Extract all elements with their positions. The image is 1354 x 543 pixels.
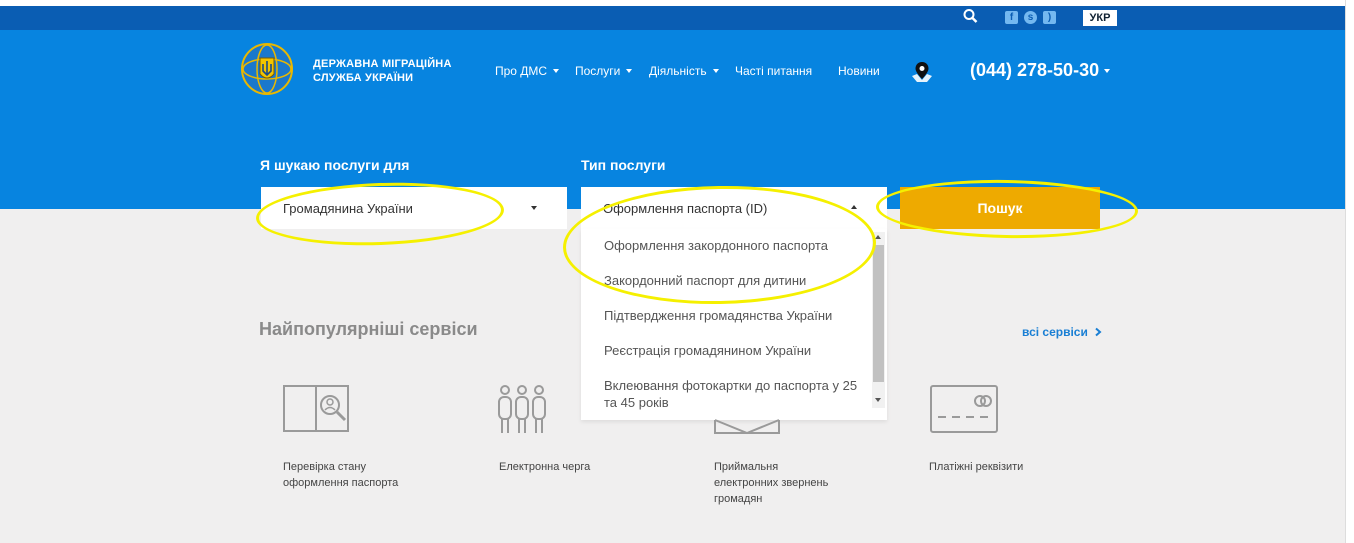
nav-activity-label: Діяльність — [649, 64, 707, 78]
popular-services-title: Найпопулярніші сервіси — [259, 319, 478, 339]
dropdown-option[interactable]: Реєстрація громадянином України — [604, 342, 864, 359]
service-e-appeals[interactable]: Приймальня електронних звернень громадян — [714, 459, 828, 507]
hero-banner — [0, 30, 1345, 209]
map-pin-icon[interactable] — [910, 60, 934, 84]
all-services-link[interactable]: всі сервіси — [1022, 325, 1103, 339]
chevron-up-icon — [851, 205, 857, 209]
service-type-label: Тип послуги — [581, 157, 666, 173]
facebook-icon[interactable]: f — [1005, 11, 1018, 24]
scroll-down-arrow-icon[interactable] — [875, 398, 881, 402]
chevron-down-icon — [712, 69, 719, 73]
chevron-down-icon — [626, 69, 633, 73]
nav-faq[interactable]: Часті питання — [735, 64, 812, 78]
service-e-queue[interactable]: Електронна черга — [499, 459, 590, 475]
bank-card-icon[interactable] — [928, 383, 1002, 435]
nav-about-label: Про ДМС — [495, 64, 548, 78]
all-services-label: всі сервіси — [1022, 325, 1088, 339]
nav-about[interactable]: Про ДМС — [495, 64, 560, 78]
phone-number[interactable]: (044) 278-50-30 — [970, 60, 1111, 81]
nav-services[interactable]: Послуги — [575, 64, 633, 78]
dropdown-scrollbar-thumb[interactable] — [873, 245, 884, 382]
service-label-line: електронних звернень — [714, 477, 829, 489]
search-for-label: Я шукаю послуги для — [260, 157, 410, 173]
org-name-line2: СЛУЖБА УКРАЇНИ — [313, 72, 414, 84]
service-passport-status[interactable]: Перевірка стану оформлення паспорта — [283, 459, 398, 491]
scroll-up-arrow-icon[interactable] — [875, 235, 881, 239]
language-switch[interactable]: УКР — [1083, 10, 1117, 26]
page-scrollbar[interactable] — [1345, 0, 1354, 543]
logo-emblem[interactable] — [240, 42, 294, 96]
service-label-line: громадян — [714, 493, 763, 505]
search-icon[interactable] — [962, 8, 980, 24]
queue-people-icon[interactable] — [496, 383, 556, 435]
chevron-down-icon — [1104, 68, 1111, 73]
org-name-line1: ДЕРЖАВНА МІГРАЦІЙНА — [313, 58, 452, 70]
chevron-right-icon — [1095, 327, 1102, 337]
page: f s ) УКР ДЕРЖАВНА МІГРАЦІЙНА СЛУЖБА УКР… — [0, 0, 1354, 543]
phone-text: (044) 278-50-30 — [970, 60, 1100, 80]
org-name[interactable]: ДЕРЖАВНА МІГРАЦІЙНА СЛУЖБА УКРАЇНИ — [313, 57, 452, 85]
passport-check-icon[interactable] — [282, 383, 362, 435]
skype-icon[interactable]: s — [1024, 11, 1037, 24]
service-label-line: Електронна черга — [499, 461, 591, 473]
chevron-down-icon — [531, 206, 537, 210]
utility-bar — [0, 6, 1345, 30]
service-label-line: Платіжні реквізити — [929, 461, 1024, 473]
service-label-line: оформлення паспорта — [283, 477, 399, 489]
service-label-line: Перевірка стану — [283, 461, 366, 473]
chevron-down-icon — [553, 69, 560, 73]
nav-news-label: Новини — [838, 64, 880, 78]
service-payment-details[interactable]: Платіжні реквізити — [929, 459, 1023, 475]
service-label-line: Приймальня — [714, 461, 779, 473]
dropdown-option[interactable]: Підтвердження громадянства України — [604, 307, 864, 324]
nav-services-label: Послуги — [575, 64, 621, 78]
nav-faq-label: Часті питання — [735, 64, 813, 78]
envelope-icon[interactable] — [712, 383, 782, 435]
nav-activity[interactable]: Діяльність — [649, 64, 719, 78]
rss-icon[interactable]: ) — [1043, 11, 1056, 24]
nav-news[interactable]: Новини — [838, 64, 880, 78]
